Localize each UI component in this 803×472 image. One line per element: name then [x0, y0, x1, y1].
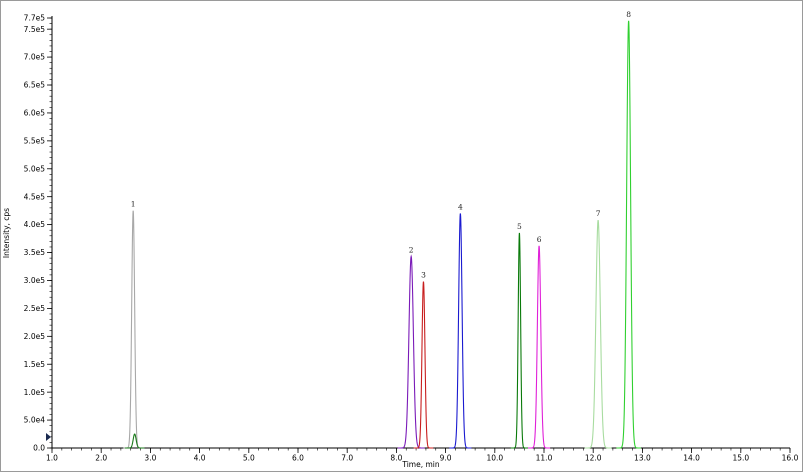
y-tick-label: 3.5e5 [24, 248, 46, 257]
baseline-marker-icon[interactable] [46, 433, 51, 441]
peak-label: 4 [458, 202, 463, 211]
x-tick-label: 4.0 [194, 454, 206, 463]
peak-labels: 1 2 3 4 5 6 7 8 [131, 10, 631, 280]
axes: 1.0 2.0 3.0 4.0 5.0 6.0 7.0 8.0 9.0 10.0 11.0 12.0 1… [24, 14, 799, 463]
peak-trace [124, 433, 145, 449]
peak-trace [616, 20, 641, 449]
x-tick-label: 5.0 [243, 454, 255, 463]
peak-trace [528, 245, 551, 449]
x-tick-label: 15.0 [732, 454, 749, 463]
y-tick-label: 4.0e5 [24, 220, 46, 229]
y-tick-label: 7.7e5 [24, 14, 46, 23]
x-tick-label: 11.0 [536, 454, 553, 463]
y-tick-label: 7.0e5 [24, 53, 46, 62]
y-tick-label: 7.5e5 [24, 25, 46, 34]
peak-trace [413, 281, 434, 449]
peak-trace [123, 210, 144, 449]
y-axis-title: Intensity, cps [2, 208, 11, 258]
x-tick-label: 12.0 [585, 454, 602, 463]
x-tick-label: 10.0 [486, 454, 503, 463]
peak-trace [584, 220, 612, 449]
peak-label: 5 [517, 222, 522, 231]
traces [123, 20, 641, 449]
y-tick-label: 2.5e5 [24, 304, 46, 313]
y-tick-label: 1.5e5 [24, 360, 46, 369]
x-tick-label: 8.0 [390, 454, 402, 463]
y-tick-label: 2.0e5 [24, 332, 46, 341]
chromatogram-chart: 1.0 2.0 3.0 4.0 5.0 6.0 7.0 8.0 9.0 10.0 11.0 12.0 1… [2, 10, 799, 469]
y-tick-label: 5.5e5 [24, 136, 46, 145]
peak-trace [510, 232, 529, 449]
x-tick-label: 2.0 [95, 454, 107, 463]
peak-label: 1 [131, 200, 136, 209]
chromatogram-frame: 1.0 2.0 3.0 4.0 5.0 6.0 7.0 8.0 9.0 10.0 11.0 12.0 1… [0, 0, 803, 472]
peak-label: 3 [421, 271, 426, 280]
peak-label: 2 [409, 245, 414, 254]
x-axis-title: Time, min [401, 460, 440, 469]
peak-label: 7 [596, 209, 601, 218]
x-tick-label: 7.0 [341, 454, 353, 463]
y-tick-label: 6.5e5 [24, 81, 46, 90]
x-tick-label: 6.0 [292, 454, 304, 463]
peak-trace [449, 213, 472, 449]
y-tick-label: 4.5e5 [24, 192, 46, 201]
peak-label: 6 [537, 235, 542, 244]
x-tick-label: 9.0 [440, 454, 452, 463]
x-tick-label: 3.0 [144, 454, 156, 463]
x-tick-label: 14.0 [683, 454, 700, 463]
y-tick-label: 5.0e4 [24, 416, 46, 425]
y-tick-label: 3.0e5 [24, 276, 46, 285]
x-tick-label: 13.0 [634, 454, 651, 463]
y-tick-label: 0.0 [33, 444, 45, 453]
y-tick-label: 6.0e5 [24, 109, 46, 118]
x-tick-label: 16.0 [782, 454, 799, 463]
peak-label: 8 [626, 10, 631, 19]
y-tick-label: 1.0e5 [24, 388, 46, 397]
x-tick-label: 1.0 [46, 454, 58, 463]
y-tick-label: 5.0e5 [24, 164, 46, 173]
